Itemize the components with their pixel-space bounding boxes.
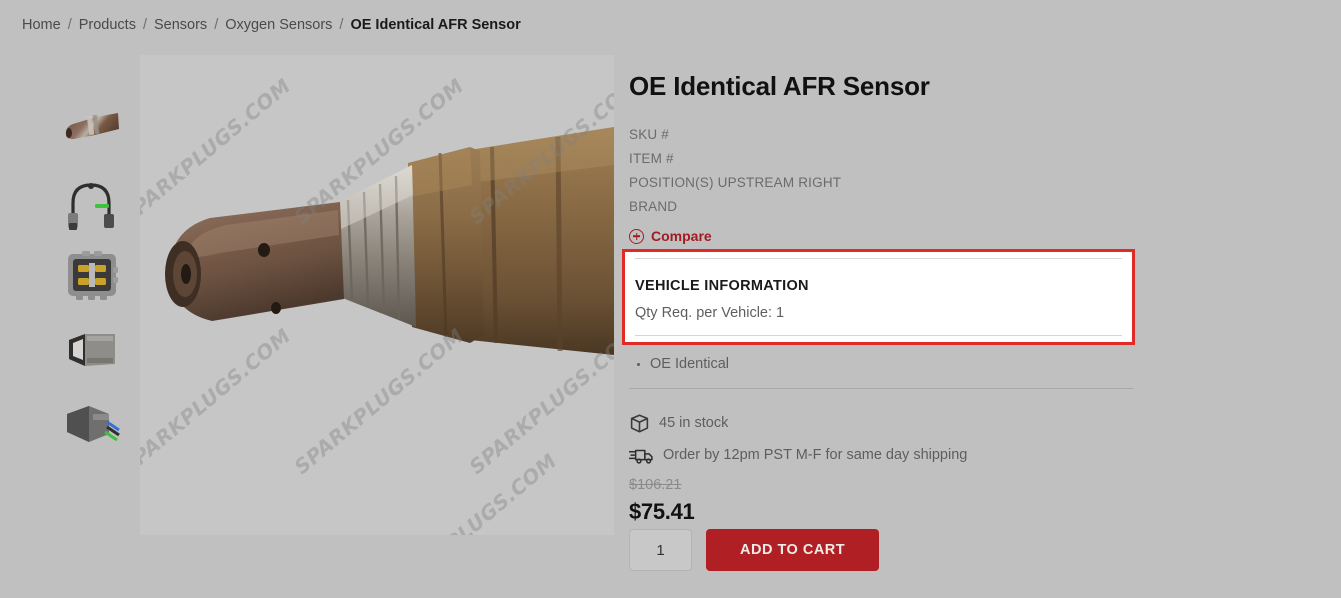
meta-positions: POSITION(S) UPSTREAM RIGHT [629,171,1141,195]
thumbnail-connector-housing[interactable] [50,313,134,387]
compare-button[interactable]: Compare [629,228,712,244]
shipping-text: Order by 12pm PST M-F for same day shipp… [663,447,968,463]
meta-sku-label: SKU # [629,127,670,143]
meta-sku: SKU # [629,123,1141,147]
sale-price: $75.41 [629,499,695,524]
meta-positions-value: UPSTREAM RIGHT [717,175,842,191]
pricing-section: $106.21 $75.41 [629,477,695,525]
page-title: OE Identical AFR Sensor [629,71,930,101]
divider [635,335,1122,336]
stock-status: 45 in stock [629,407,1134,439]
breadcrumb-separator: / [142,17,147,33]
meta-item: ITEM # [629,147,1141,171]
delivery-truck-icon [629,449,653,464]
main-product-image[interactable]: SPARKPLUGS.COM SPARKPLUGS.COM SPARKPLUGS… [140,55,614,535]
product-meta-list: SKU # ITEM # POSITION(S) UPSTREAM RIGHT … [629,123,1141,219]
stock-text: 45 in stock [659,415,729,431]
quantity-input[interactable] [629,529,692,571]
breadcrumb-separator: / [67,17,72,33]
thumbnail-list [50,91,134,461]
breadcrumb-separator: / [214,17,219,33]
shipping-notice: Order by 12pm PST M-F for same day shipp… [629,439,1134,471]
box-icon [630,413,649,433]
breadcrumb-item-home[interactable]: Home [22,17,61,33]
product-gallery: SPARKPLUGS.COM SPARKPLUGS.COM SPARKPLUGS… [14,55,614,535]
vehicle-information-heading: VEHICLE INFORMATION [635,278,809,294]
feature-list: OE Identical [629,353,1134,389]
compare-label: Compare [651,228,712,245]
breadcrumb-item-oxygen-sensors[interactable]: Oxygen Sensors [225,17,332,33]
meta-brand-label: BRAND [629,199,678,215]
breadcrumb-item-products[interactable]: Products [79,17,136,33]
vehicle-qty-required: Qty Req. per Vehicle: 1 [635,305,785,321]
meta-item-label: ITEM # [629,151,674,167]
add-to-cart-button[interactable]: ADD TO CART [706,529,880,571]
meta-brand: BRAND [629,195,1141,219]
breadcrumb: Home / Products / Sensors / Oxygen Senso… [22,17,521,33]
breadcrumb-item-sensors[interactable]: Sensors [154,17,207,33]
thumbnail-connector-face[interactable] [50,239,134,313]
availability-section: 45 in stock Order by 12pm PST M-F for sa… [629,407,1134,471]
list-item: OE Identical [650,353,1134,375]
plus-circle-icon [629,228,644,244]
breadcrumb-item-current: OE Identical AFR Sensor [350,17,521,33]
divider [635,258,1122,259]
thumbnail-sensor-harness[interactable] [50,165,134,239]
product-photo [140,55,614,535]
divider [629,388,1134,389]
thumbnail-sensor-body[interactable] [50,91,134,165]
add-to-cart-row: ADD TO CART [629,529,880,571]
original-price: $106.21 [629,477,682,493]
meta-positions-label: POSITION(S) [629,175,714,191]
product-info-panel: OE Identical AFR Sensor SKU # ITEM # POS… [622,55,1141,571]
vehicle-information-box: VEHICLE INFORMATION Qty Req. per Vehicle… [622,249,1135,345]
breadcrumb-separator: / [339,17,344,33]
thumbnail-connector-wires[interactable] [50,387,134,461]
